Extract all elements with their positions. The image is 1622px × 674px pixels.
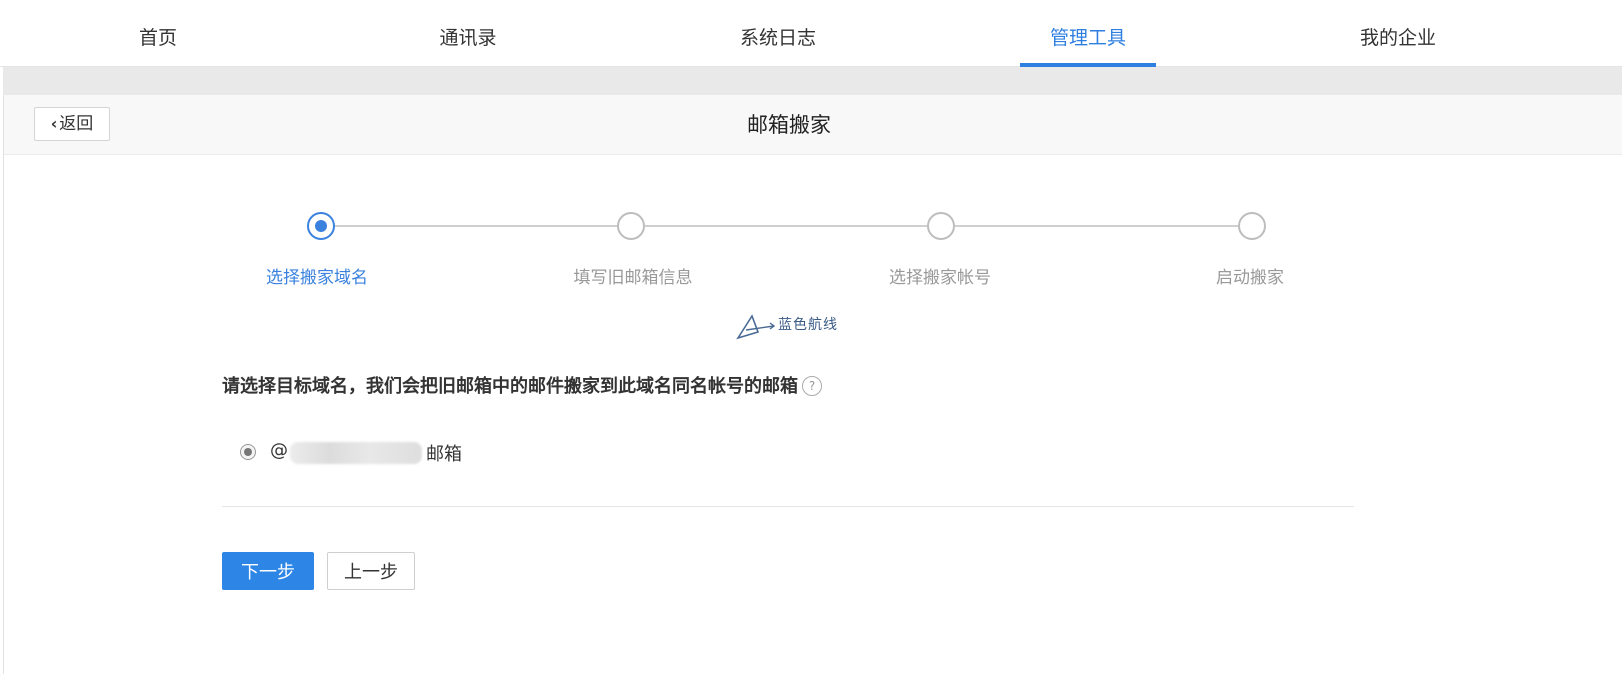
nav-item-system-logs[interactable]: 系统日志 <box>708 0 848 66</box>
watermark-logo: 蓝色航线 <box>736 312 846 342</box>
step-3-indicator <box>927 212 955 240</box>
domain-radio[interactable] <box>240 444 256 460</box>
nav-item-admin-tools[interactable]: 管理工具 <box>1018 0 1158 67</box>
page-title: 邮箱搬家 <box>747 113 831 137</box>
panel-header: ‹ 返回 邮箱搬家 <box>4 95 1622 155</box>
step-4-label: 启动搬家 <box>1216 268 1284 288</box>
step-1-label: 选择搬家域名 <box>266 268 368 288</box>
domain-suffix: 邮箱 <box>426 444 462 465</box>
nav-item-my-enterprise[interactable]: 我的企业 <box>1328 0 1468 66</box>
divider <box>222 506 1354 507</box>
question-circle-icon[interactable]: ? <box>802 376 822 396</box>
nav-item-contacts[interactable]: 通讯录 <box>398 0 538 66</box>
top-nav: 首页 通讯录 系统日志 管理工具 我的企业 <box>0 0 1622 67</box>
prev-step-button[interactable]: 上一步 <box>327 552 415 590</box>
question-text: 请选择目标域名，我们会把旧邮箱中的邮件搬家到此域名同名帐号的邮箱 <box>222 376 798 397</box>
domain-prefix: @ <box>270 440 288 461</box>
content-panel: ‹ 返回 邮箱搬家 选择搬家域名 填写旧邮箱信息 选择搬家帐号 启动搬家 蓝色航线… <box>3 95 1622 674</box>
step-connector <box>645 225 927 227</box>
watermark-text: 蓝色航线 <box>778 317 838 333</box>
separator-band <box>3 67 1622 95</box>
step-4-indicator <box>1238 212 1266 240</box>
step-1-indicator <box>307 212 335 240</box>
nav-item-home[interactable]: 首页 <box>88 0 228 66</box>
domain-question: 请选择目标域名，我们会把旧邮箱中的邮件搬家到此域名同名帐号的邮箱? <box>222 372 822 398</box>
next-step-button[interactable]: 下一步 <box>222 552 314 590</box>
step-2-label: 填写旧邮箱信息 <box>573 268 693 288</box>
step-connector <box>955 225 1238 227</box>
step-3-label: 选择搬家帐号 <box>889 268 991 288</box>
step-connector <box>335 225 617 227</box>
step-2-indicator <box>617 212 645 240</box>
watermark-plane-icon <box>736 314 776 340</box>
redacted-domain <box>290 442 422 464</box>
